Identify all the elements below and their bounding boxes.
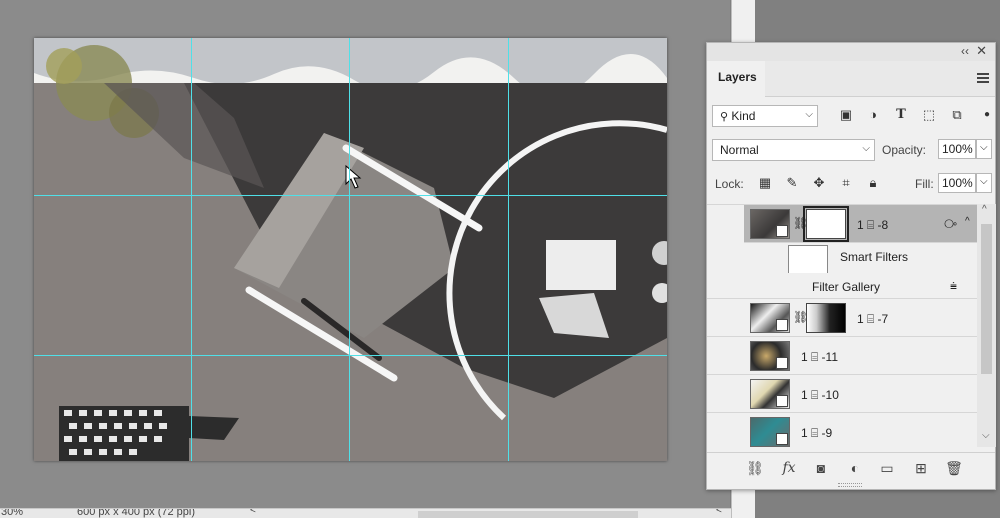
blend-mode-value: Normal [720,143,759,157]
opacity-label: Opacity: [882,143,927,157]
smart-object-badge-icon [776,395,788,407]
chevron-down-icon[interactable]: ⌵ [982,430,990,441]
layer-list: 👁︎ ⛓︎ 1 ⌸ -8 ⧂ ^ 👁︎ Smart Filters 👁︎ Fil… [707,204,977,447]
layer-name[interactable]: 1 ⌸ -8 [857,218,888,233]
new-layer-icon[interactable]: ⊞ [912,459,930,477]
scroll-right-icon[interactable]: < [716,509,722,516]
blend-opacity-row: Normal ⌵ Opacity: 100% ⌵ [712,139,992,161]
filter-kind-select[interactable]: ⚲ Kind ⌵ [712,105,818,127]
lock-fill-row: Lock: ▦ ✎ ✥ ⌗ 🔒︎ Fill: 100% ⌵ [712,173,992,195]
layer-filter-row: ⚲ Kind ⌵ ▣ ◑ T ⬚ ⧉ ● [712,105,992,127]
link-layers-icon[interactable]: ⛓︎ [746,459,764,477]
smart-filter-mask-thumbnail[interactable] [788,245,828,275]
layers-panel: ‹‹ ✕ Layers ⚲ Kind ⌵ ▣ ◑ T ⬚ ⧉ ● Normal … [706,42,996,490]
fill-label: Fill: [915,177,934,191]
adjustment-layer-icon[interactable]: ◐ [846,459,864,477]
search-icon: ⚲ [720,111,729,123]
add-mask-icon[interactable]: ◙ [812,459,830,477]
layer-name[interactable]: 1 ⌸ -9 [801,426,832,441]
smart-object-filter-icon[interactable]: ⧉ [948,106,966,124]
layer-thumbnail [750,379,790,409]
guide-vertical[interactable] [191,38,192,461]
chevron-down-icon: ⌵ [862,143,870,154]
trash-icon[interactable]: 🗑︎ [945,459,963,477]
layer-mask-thumbnail[interactable] [806,303,846,333]
opacity-field[interactable]: 100% [938,139,976,159]
tab-layers[interactable]: Layers [707,61,765,97]
shape-filter-icon[interactable]: ⬚ [920,106,938,124]
canvas-image [34,38,667,461]
smart-object-badge-icon [776,357,788,369]
guide-horizontal[interactable] [34,195,667,196]
chevron-down-icon: ⌵ [805,109,813,120]
document-size-info: 600 px x 400 px (72 ppi) [77,508,196,518]
layer-row[interactable] [707,375,977,413]
lock-artboard-icon[interactable]: ⌗ [838,175,854,191]
smart-object-badge-icon [776,319,788,331]
adjustment-filter-icon[interactable]: ◑ [864,106,882,124]
blend-mode-select[interactable]: Normal ⌵ [712,139,875,161]
layer-visibility-cell [707,205,744,243]
panel-resize-grip[interactable] [838,483,862,487]
double-chevron-left-icon[interactable]: ‹‹ [961,44,969,58]
type-filter-icon[interactable]: T [892,106,910,124]
image-filter-icon[interactable]: ▣ [837,106,855,124]
scroll-left-icon[interactable]: < [250,509,256,516]
filter-toggle-icon[interactable]: ● [978,106,996,124]
layer-name[interactable]: 1 ⌸ -11 [801,350,838,365]
collapse-arrow-icon[interactable]: ^ [965,216,970,227]
filter-gallery-label: Filter Gallery [812,280,881,294]
fill-field[interactable]: 100% [938,173,976,193]
smart-filter-indicator-icon[interactable]: ⧂ [944,216,957,232]
layer-name[interactable]: 1 ⌸ -7 [857,312,888,327]
lock-all-icon[interactable]: 🔒︎ [865,175,881,191]
smart-object-badge-icon [776,433,788,445]
document-workspace [0,0,730,508]
panel-tab-row: Layers [707,61,995,97]
panel-titlebar[interactable]: ‹‹ ✕ [707,43,995,61]
lock-label: Lock: [715,177,744,191]
horizontal-scrollbar[interactable] [418,511,638,518]
fill-dropdown[interactable]: ⌵ [976,173,992,193]
chevron-up-icon[interactable]: ^ [982,204,987,215]
panel-menu-icon[interactable] [977,73,989,85]
scrollbar-thumb[interactable] [981,224,992,374]
zoom-level[interactable]: 30% [1,509,23,518]
status-bar: 30% 600 px x 400 px (72 ppi) < < [0,508,731,518]
fx-icon[interactable]: fx [780,459,798,477]
layer-thumbnail [750,341,790,371]
filter-kind-label: Kind [731,109,756,123]
layer-list-scrollbar[interactable]: ^ ⌵ [977,204,996,447]
document-canvas[interactable] [34,38,667,461]
layer-row[interactable] [707,413,977,447]
opacity-dropdown[interactable]: ⌵ [976,139,992,159]
guide-vertical[interactable] [349,38,350,461]
layer-name[interactable]: 1 ⌸ -10 [801,388,839,403]
group-folder-icon[interactable]: ▭ [878,459,896,477]
lock-position-move-icon[interactable]: ✥ [811,175,827,191]
guide-horizontal[interactable] [34,355,667,356]
lock-transparent-icon[interactable]: ▦ [757,175,773,191]
layer-thumbnail [750,303,790,333]
lock-pixels-brush-icon[interactable]: ✎ [784,175,800,191]
filter-blending-options-icon[interactable]: ⩧ [950,279,957,294]
layer-thumbnail [750,417,790,447]
layer-thumbnail [750,209,790,239]
layer-mask-thumbnail[interactable] [803,206,849,242]
layer-row[interactable] [707,337,977,375]
smart-filters-label: Smart Filters [840,250,909,264]
guide-vertical[interactable] [508,38,509,461]
close-icon[interactable]: ✕ [976,43,987,59]
layers-bottom-toolbar: ⛓︎ fx ◙ ◐ ▭ ⊞ 🗑︎ [707,452,995,482]
smart-object-badge-icon [776,225,788,237]
